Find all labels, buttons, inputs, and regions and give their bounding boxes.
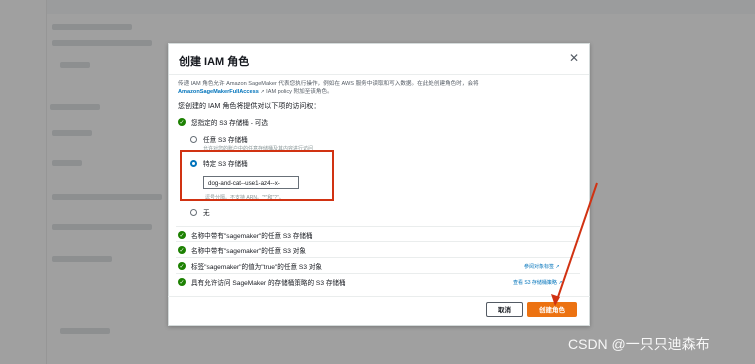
watermark-text: CSDN @一只只迪森布: [568, 336, 710, 352]
annotation-arrow: [551, 182, 598, 306]
